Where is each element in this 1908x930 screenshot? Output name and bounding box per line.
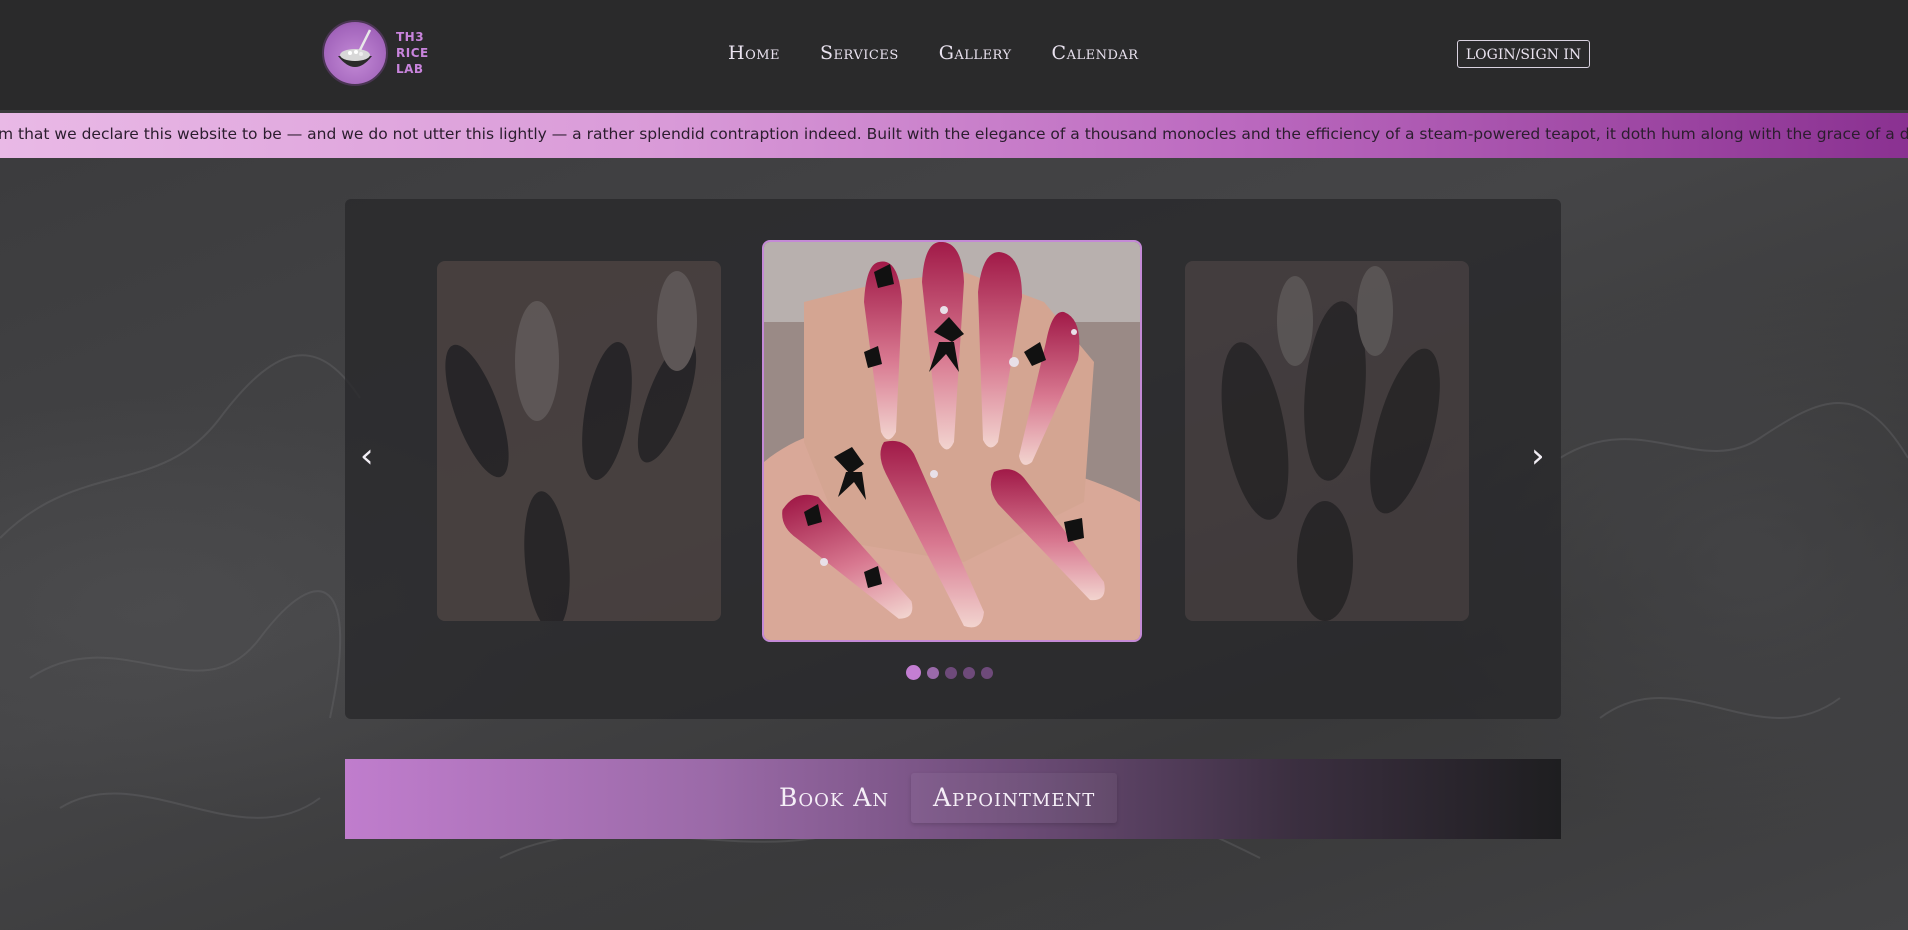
logo-line: RICE [396,46,429,60]
carousel-dot-3[interactable] [945,666,957,679]
book-label: Book An [779,783,890,812]
logo-line: LAB [396,62,424,76]
site-header: TH3 RICE LAB Home Services Gallery Calen… [0,0,1908,110]
announcement-ticker: m that we declare this website to be — a… [0,113,1908,158]
ticker-text: m that we declare this website to be — a… [0,125,1908,143]
nail-photo-image [764,242,1140,640]
next-arrow-button[interactable]: › [1531,439,1545,473]
nail-photo-image [437,261,721,621]
carousel-slide-previous[interactable] [437,261,721,621]
book-appointment-button[interactable]: Appointment [911,773,1118,823]
carousel-pagination [906,665,993,680]
carousel-dot-4[interactable] [963,666,975,679]
prev-arrow-button[interactable]: ‹ [360,439,374,473]
book-appointment-banner: Book An Appointment [345,759,1561,839]
nav-services[interactable]: Services [820,42,899,64]
login-button[interactable]: LOGIN/SIGN IN [1457,40,1590,68]
carousel-dot-1[interactable] [906,665,921,680]
carousel-dot-2[interactable] [927,666,939,679]
nav-gallery[interactable]: Gallery [939,42,1012,64]
logo-line: TH3 [396,30,425,44]
gallery-carousel: ‹ › [345,199,1561,719]
main-nav: Home Services Gallery Calendar [728,42,1139,64]
nail-photo-image [1185,261,1469,621]
carousel-dot-5[interactable] [981,666,993,679]
nav-home[interactable]: Home [728,42,780,64]
logo[interactable]: TH3 RICE LAB [322,20,429,86]
logo-wordmark: TH3 RICE LAB [396,29,429,77]
carousel-slide-next[interactable] [1185,261,1469,621]
nav-calendar[interactable]: Calendar [1052,42,1139,64]
carousel-slide-active[interactable] [762,240,1142,642]
rice-bowl-logo-icon [322,20,388,86]
